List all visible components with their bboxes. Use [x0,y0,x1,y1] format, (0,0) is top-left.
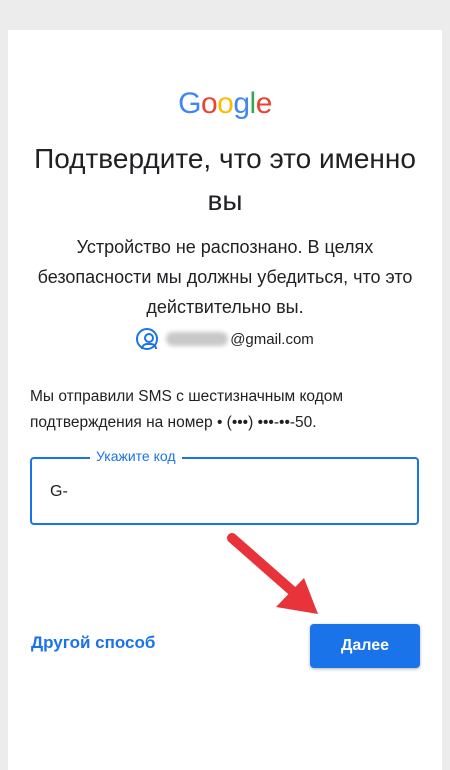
logo-letter: G [178,87,201,120]
other-way-link[interactable]: Другой способ [31,633,155,653]
email-domain: @gmail.com [230,330,314,348]
logo-letter: e [255,87,273,120]
code-input[interactable] [48,479,392,505]
account-circle-icon [136,328,159,350]
logo-letter: g [233,87,250,120]
verification-card: Google Подтвердите, что это именно вы Ус… [8,30,442,770]
blurred-email-username [166,332,229,346]
logo-letter: o [200,87,218,120]
code-field[interactable]: Укажите код [30,448,419,525]
google-logo: Google [8,87,442,121]
sms-info-text: Мы отправили SMS с шестизначным кодом по… [30,388,344,431]
page-subtitle: Устройство не распознано. В целях безопа… [37,237,413,317]
code-field-label: Укажите код [90,448,182,464]
next-button[interactable]: Далее [310,624,420,668]
logo-letter: o [217,87,234,120]
page-title: Подтвердите, что это именно вы [34,143,416,216]
account-chip[interactable]: @gmail.com [8,328,442,350]
